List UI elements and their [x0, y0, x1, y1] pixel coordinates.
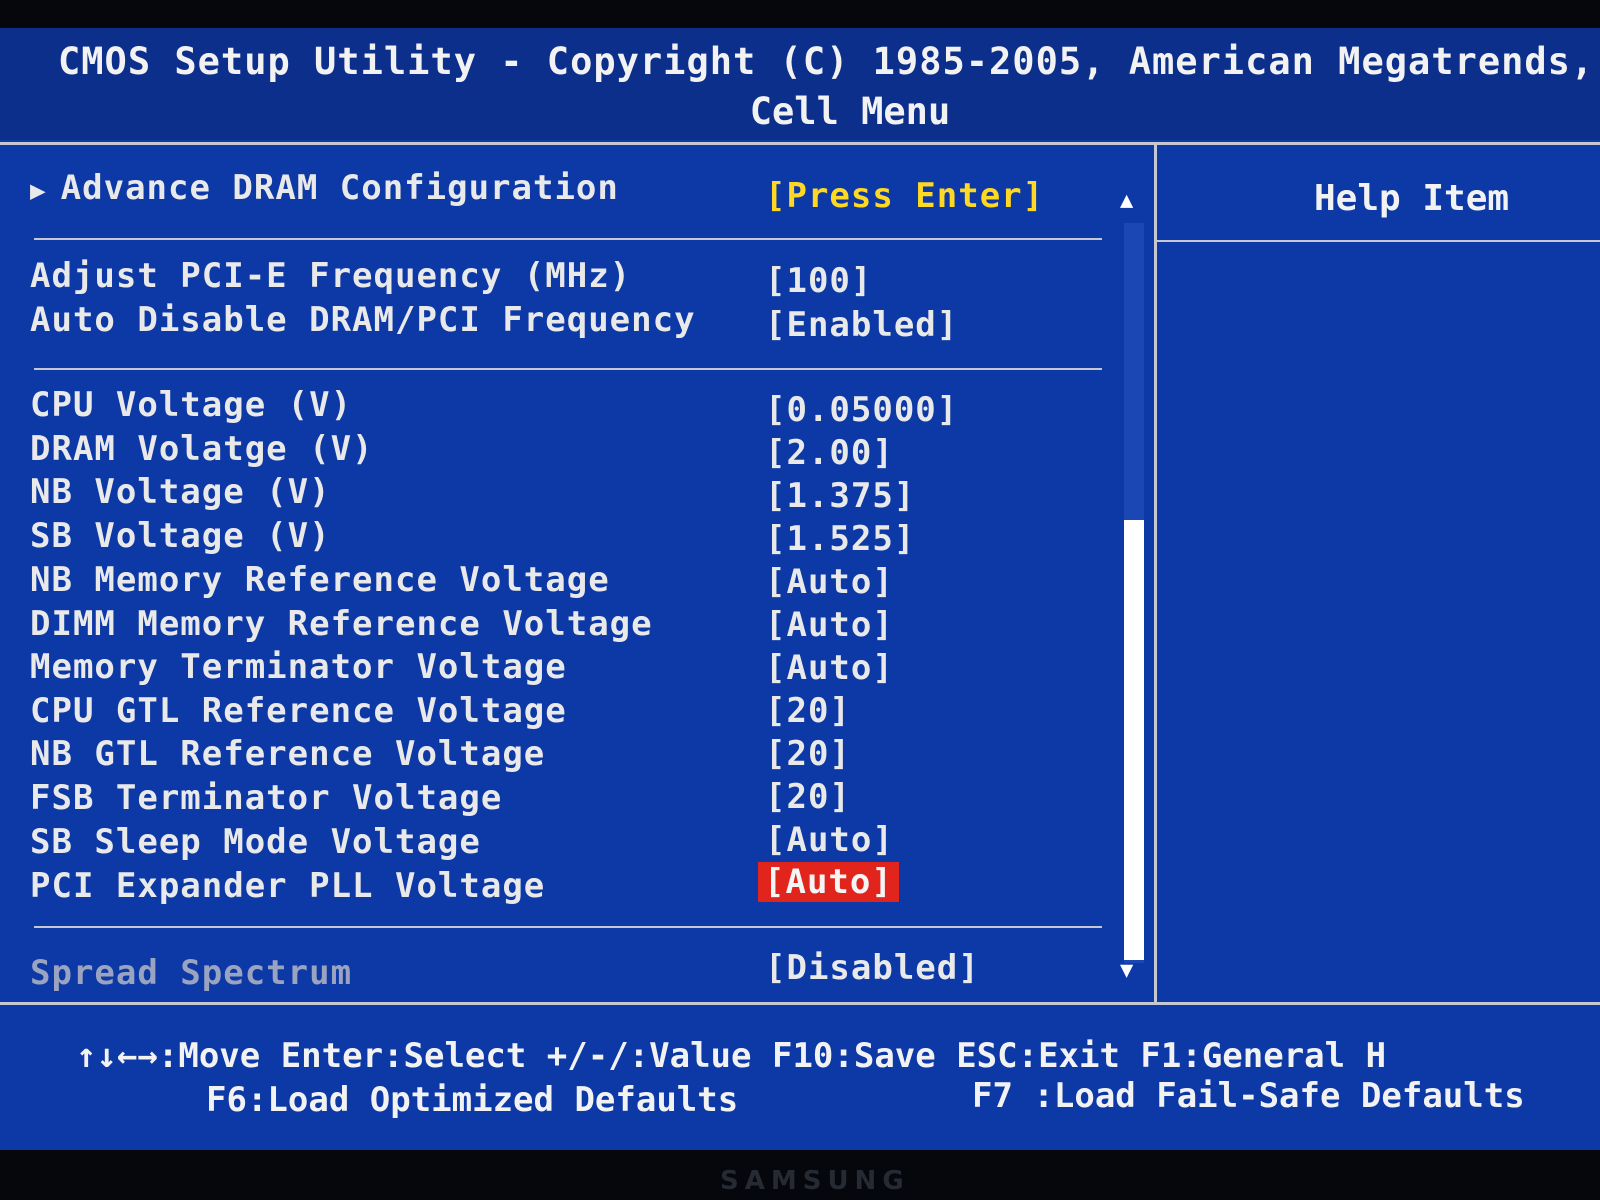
panel-divider	[1154, 145, 1157, 1003]
setting-spread-spectrum-label: Spread Spectrum	[30, 953, 353, 993]
section-divider	[34, 926, 1102, 928]
scroll-up-icon[interactable]: ▲	[1120, 188, 1133, 213]
section-divider	[34, 238, 1102, 240]
key-legend: ↑↓←→:Move Enter:Select +/-/:Value F10:Sa…	[0, 1018, 1600, 1150]
setting-dimm-memory-ref-label: DIMM Memory Reference Voltage	[30, 604, 653, 644]
menu-item-advance-dram-configuration[interactable]: ▶ Advance DRAM Configuration	[30, 168, 619, 208]
footer-divider	[0, 1002, 1600, 1005]
setting-pci-expander-pll-label: PCI Expander PLL Voltage	[30, 866, 546, 906]
setting-pcie-frequency-value[interactable]: [100]	[765, 261, 872, 301]
press-enter-value[interactable]: [Press Enter]	[765, 176, 1044, 216]
submenu-triangle-icon: ▶	[30, 176, 47, 206]
setting-sb-voltage-label: SB Voltage (V)	[30, 516, 331, 556]
setting-sb-sleep-mode-label: SB Sleep Mode Voltage	[30, 822, 481, 862]
setting-dram-voltage-value[interactable]: [2.00]	[765, 433, 894, 473]
setting-cpu-voltage-label: CPU Voltage (V)	[30, 385, 353, 425]
setting-memory-terminator-label: Memory Terminator Voltage	[30, 647, 567, 687]
key-legend-line-1: ↑↓←→:Move Enter:Select +/-/:Value F10:Sa…	[76, 1036, 1387, 1076]
setting-nb-memory-ref-label: NB Memory Reference Voltage	[30, 560, 610, 600]
setting-cpu-gtl-ref-value[interactable]: [20]	[765, 691, 851, 731]
setting-auto-disable-freq-value[interactable]: [Enabled]	[765, 305, 958, 345]
key-legend-f7: F7 :Load Fail-Safe Defaults	[972, 1076, 1525, 1116]
section-divider	[34, 368, 1102, 370]
setting-auto-disable-freq-label: Auto Disable DRAM/PCI Frequency	[30, 300, 696, 340]
key-legend-f6: F6:Load Optimized Defaults	[206, 1080, 739, 1120]
help-panel-title: Help Item	[1314, 178, 1510, 219]
setting-fsb-terminator-value[interactable]: [20]	[765, 777, 851, 817]
setting-nb-gtl-ref-label: NB GTL Reference Voltage	[30, 734, 546, 774]
setting-pci-expander-pll-value[interactable]: [Auto]	[758, 862, 899, 902]
help-title-divider	[1157, 240, 1600, 242]
menu-title: Cell Menu	[749, 90, 951, 133]
menu-item-label: Advance DRAM Configuration	[60, 168, 619, 208]
setting-dimm-memory-ref-value[interactable]: [Auto]	[765, 605, 894, 645]
header-divider	[0, 142, 1600, 145]
title-bar: CMOS Setup Utility - Copyright (C) 1985-…	[0, 28, 1600, 140]
setting-cpu-gtl-ref-label: CPU GTL Reference Voltage	[30, 691, 567, 731]
setting-pcie-frequency-label: Adjust PCI-E Frequency (MHz)	[30, 256, 632, 296]
bios-screen: CMOS Setup Utility - Copyright (C) 1985-…	[0, 28, 1600, 1150]
setting-sb-voltage-value[interactable]: [1.525]	[765, 519, 915, 559]
setting-nb-gtl-ref-value[interactable]: [20]	[765, 734, 851, 774]
scroll-down-icon[interactable]: ▼	[1120, 958, 1133, 983]
setting-spread-spectrum-value[interactable]: [Disabled]	[765, 948, 980, 988]
utility-title: CMOS Setup Utility - Copyright (C) 1985-…	[58, 40, 1600, 83]
setting-nb-voltage-label: NB Voltage (V)	[30, 472, 331, 512]
scrollbar-thumb[interactable]	[1124, 520, 1144, 960]
setting-dram-voltage-label: DRAM Volatge (V)	[30, 429, 374, 469]
setting-cpu-voltage-value[interactable]: [0.05000]	[765, 390, 958, 430]
setting-fsb-terminator-label: FSB Terminator Voltage	[30, 778, 503, 818]
setting-nb-voltage-value[interactable]: [1.375]	[765, 476, 915, 516]
setting-nb-memory-ref-value[interactable]: [Auto]	[765, 562, 894, 602]
setting-memory-terminator-value[interactable]: [Auto]	[765, 648, 894, 688]
setting-sb-sleep-mode-value[interactable]: [Auto]	[765, 820, 894, 860]
monitor-brand-logo: SAMSUNG	[720, 1166, 910, 1196]
